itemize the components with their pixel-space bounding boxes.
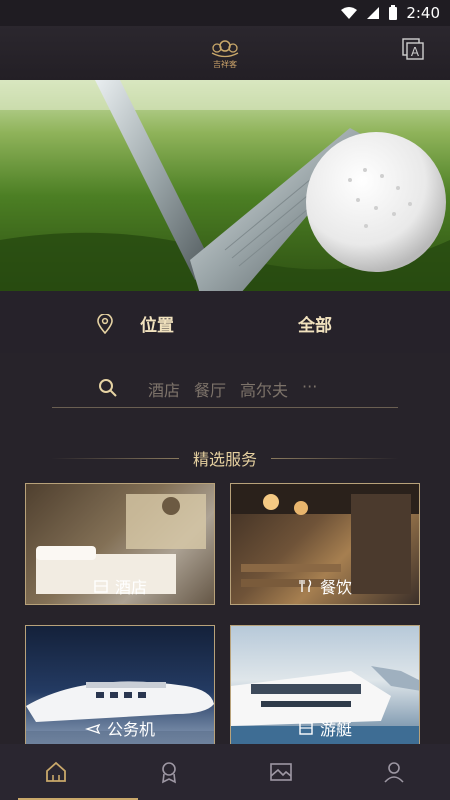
- filter-bar: 位置 全部: [0, 291, 450, 353]
- service-label-jet: 公务机: [26, 716, 214, 740]
- chip-more[interactable]: ···: [302, 377, 317, 401]
- gallery-icon: [270, 763, 293, 781]
- tab-home[interactable]: [18, 744, 139, 800]
- golf-banner-image: [0, 80, 450, 291]
- battery-icon: [388, 5, 398, 21]
- signal-icon: [366, 6, 380, 20]
- tab-profile[interactable]: [364, 744, 424, 800]
- all-filter[interactable]: 全部: [298, 311, 332, 336]
- promo-banner[interactable]: [0, 80, 450, 291]
- jet-icon: [84, 723, 101, 735]
- status-bar: 2:40: [0, 0, 450, 26]
- service-label-yacht: 游艇: [231, 716, 419, 740]
- chip-restaurant[interactable]: 餐厅: [194, 377, 226, 401]
- app-logo: 吉祥客: [208, 36, 242, 70]
- search-bar[interactable]: 酒店 餐厅 高尔夫 ···: [52, 372, 398, 408]
- tab-award[interactable]: [139, 744, 199, 800]
- dining-label: 餐饮: [319, 578, 352, 597]
- award-icon: [161, 762, 176, 784]
- location-pin-icon: [97, 313, 113, 334]
- yacht-label: 游艇: [319, 720, 352, 739]
- home-icon: [46, 761, 67, 782]
- divider-left: [50, 457, 179, 459]
- service-card-jet[interactable]: 公务机: [25, 625, 215, 747]
- svg-text:A: A: [411, 45, 420, 59]
- logo-emblem-icon: [211, 40, 239, 58]
- service-label-hotel: 酒店: [26, 574, 214, 598]
- bottom-tab-bar: [0, 744, 450, 800]
- profile-icon: [384, 762, 404, 783]
- hotel-icon: [94, 580, 108, 593]
- chip-hotel[interactable]: 酒店: [148, 377, 180, 401]
- clock-time: 2:40: [406, 4, 440, 22]
- service-card-hotel[interactable]: 酒店: [25, 483, 215, 605]
- service-label-dining: 餐饮: [231, 574, 419, 598]
- chip-golf[interactable]: 高尔夫: [240, 377, 288, 401]
- hotel-label: 酒店: [114, 578, 147, 597]
- service-card-dining[interactable]: 餐饮: [230, 483, 420, 605]
- jet-label: 公务机: [106, 720, 155, 739]
- search-chips: 酒店 餐厅 高尔夫 ···: [148, 377, 317, 401]
- service-card-yacht[interactable]: 游艇: [230, 625, 420, 747]
- translate-icon[interactable]: A: [402, 38, 424, 60]
- tab-gallery[interactable]: [251, 744, 311, 800]
- wifi-icon: [340, 6, 358, 20]
- all-label: 全部: [298, 316, 332, 336]
- logo-text: 吉祥客: [213, 60, 237, 69]
- dining-icon: [299, 579, 312, 592]
- app-header: 吉祥客 A: [0, 26, 450, 80]
- search-icon[interactable]: [98, 378, 118, 402]
- featured-services-heading: 精选服务: [0, 445, 450, 471]
- location-filter[interactable]: 位置: [96, 311, 174, 336]
- location-label: 位置: [140, 316, 174, 336]
- divider-right: [271, 457, 399, 459]
- section-title: 精选服务: [192, 450, 257, 469]
- yacht-icon: [299, 722, 313, 735]
